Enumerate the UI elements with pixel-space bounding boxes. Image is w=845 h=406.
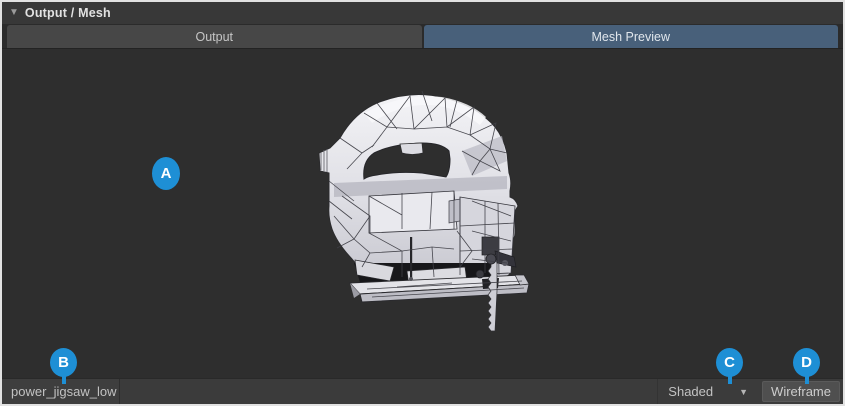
annotation-stem-b <box>62 376 66 384</box>
statusbar-spacer <box>120 379 657 404</box>
annotation-letter-c: C <box>716 348 743 377</box>
chevron-down-icon: ▼ <box>739 387 748 397</box>
tab-output[interactable]: Output <box>7 25 422 48</box>
shading-mode-value: Shaded <box>668 384 713 399</box>
annotation-letter-b: B <box>50 348 77 377</box>
tab-mesh-preview[interactable]: Mesh Preview <box>424 25 839 48</box>
tab-bar: Output Mesh Preview <box>2 24 843 49</box>
annotation-marker-a: A <box>152 157 180 190</box>
preview-status-bar: power_jigsaw_low Shaded ▼ Wireframe <box>2 378 843 404</box>
annotation-stem-d <box>805 376 809 384</box>
jigsaw-mesh-render <box>2 49 843 378</box>
annotation-marker-b: B <box>50 348 77 377</box>
annotation-letter-d: D <box>793 348 820 377</box>
wireframe-toggle-button[interactable]: Wireframe <box>762 381 840 402</box>
annotation-stem-c <box>728 376 732 384</box>
output-mesh-panel: ▼ Output / Mesh Output Mesh Preview <box>0 0 845 406</box>
panel-title: Output / Mesh <box>25 6 111 20</box>
annotation-letter-a: A <box>152 157 180 190</box>
panel-header: ▼ Output / Mesh <box>2 2 843 24</box>
foldout-triangle-icon[interactable]: ▼ <box>9 8 19 18</box>
mesh-preview-viewport[interactable] <box>2 49 843 378</box>
annotation-marker-c: C <box>716 348 743 377</box>
shading-mode-dropdown[interactable]: Shaded ▼ <box>657 379 758 404</box>
annotation-marker-d: D <box>793 348 820 377</box>
